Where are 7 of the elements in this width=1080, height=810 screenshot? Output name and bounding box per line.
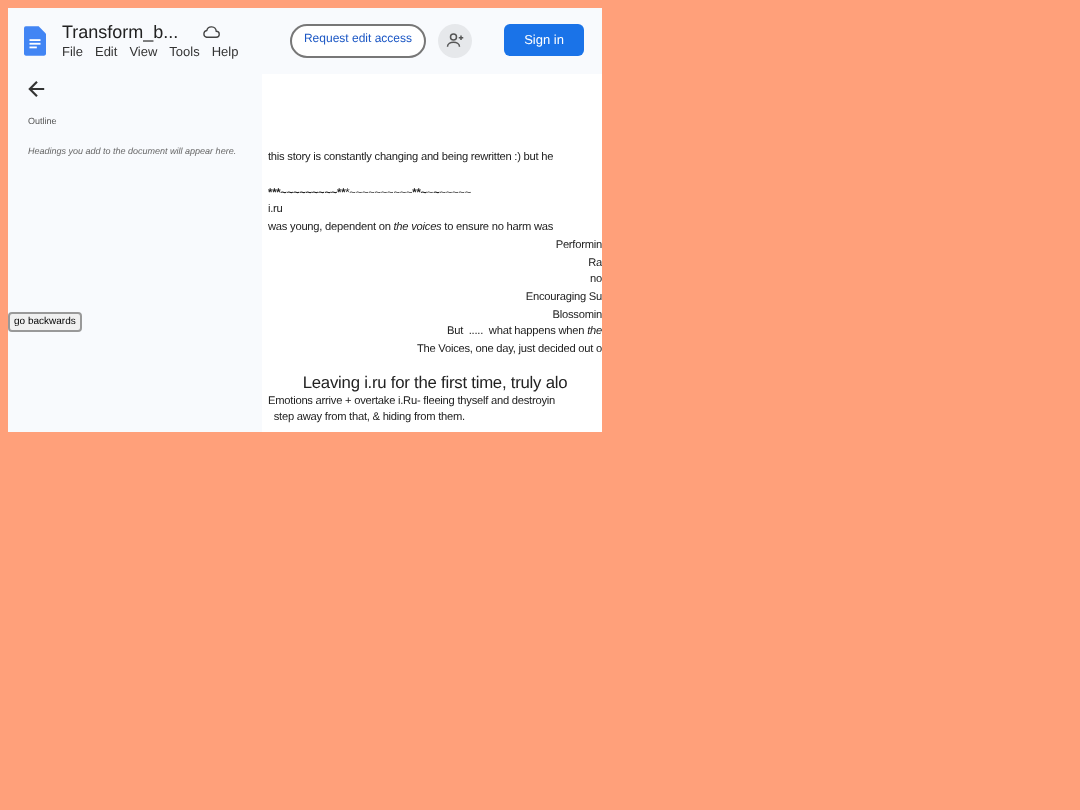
share-person-button[interactable] [438,23,472,57]
document-heading: Leaving i.ru for the first time, truly alo [302,371,568,392]
docs-logo-icon[interactable] [24,25,46,55]
back-arrow-icon[interactable] [28,80,46,98]
add-person-icon [446,32,464,48]
cloud-icon [202,25,221,37]
document-title[interactable]: Transform_b... [62,21,179,41]
